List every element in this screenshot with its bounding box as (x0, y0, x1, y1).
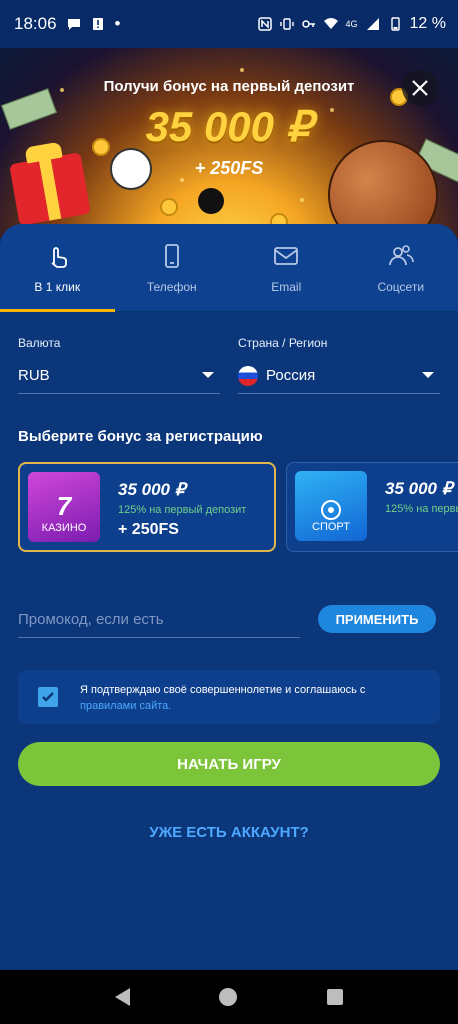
consent-statement: Я подтверждаю своё совершеннолетие и сог… (80, 684, 366, 696)
recent-apps-icon[interactable] (327, 989, 344, 1005)
banner-title: Получи бонус на первый депозит (103, 78, 355, 95)
vibrate-icon (279, 18, 294, 30)
tab-label: В 1 клик (34, 279, 81, 294)
bonus-description: 125% на первый (385, 503, 458, 515)
home-icon[interactable] (219, 988, 238, 1006)
rules-link[interactable]: правилами сайта. (80, 700, 171, 712)
navigation-bar (0, 970, 458, 1024)
sport-tile: СПОРТ (295, 471, 367, 541)
people-icon (388, 244, 414, 265)
bonus-section-title: Выберите бонус за регистрацию (18, 428, 263, 445)
status-time: 18:06 (14, 14, 57, 33)
battery-icon (390, 17, 400, 31)
promo-banner: Получи бонус на первый депозит 35 000 ₽ … (0, 48, 458, 238)
signal-icon (366, 18, 379, 30)
tab-label: Email (271, 279, 302, 294)
check-icon (42, 692, 54, 702)
sport-tile-label: СПОРТ (312, 521, 350, 533)
sparkle (240, 68, 244, 72)
network-type: 4G (345, 19, 358, 29)
chat-icon (67, 19, 80, 30)
bonus-amount: 35 000 ₽ (118, 480, 186, 499)
tab-label: Соцсети (377, 279, 425, 294)
billiard-ball-image (198, 188, 224, 214)
apply-promo-button[interactable]: ПРИМЕНИТЬ (318, 605, 436, 633)
bonus-free-spins: + 250FS (118, 521, 179, 538)
bonus-card-sport[interactable]: СПОРТ 35 000 ₽ 125% на первый (286, 462, 458, 552)
currency-label: Валюта (18, 336, 61, 350)
consent-box: Я подтверждаю своё совершеннолетие и сог… (18, 670, 440, 724)
close-button[interactable] (402, 70, 438, 106)
start-game-button[interactable]: НАЧАТЬ ИГРУ (18, 742, 440, 786)
battery-percent: 12 % (409, 15, 446, 32)
chevron-down-icon (202, 372, 214, 378)
currency-value: RUB (18, 367, 50, 384)
tab-phone[interactable]: Телефон (115, 224, 230, 311)
currency-select[interactable]: RUB (18, 358, 220, 394)
registration-tabs: В 1 клик Телефон Email Соцсети (0, 224, 458, 312)
tab-label: Телефон (146, 279, 197, 294)
banner-amount: 35 000 ₽ (145, 103, 313, 150)
status-dot: • (114, 14, 121, 33)
wifi-icon (323, 18, 338, 29)
country-label: Страна / Регион (238, 336, 328, 350)
tab-social[interactable]: Соцсети (344, 224, 458, 311)
nfc-icon (257, 17, 272, 31)
country-value: Россия (266, 367, 316, 384)
consent-text: Я подтверждаю своё совершеннолетие и сог… (80, 682, 420, 714)
sparkle (300, 198, 304, 202)
casino-tile: 7 КАЗИНО (28, 472, 100, 542)
alert-icon (92, 18, 103, 30)
status-bar: 18:06 • 4G 12 % (0, 0, 458, 48)
close-icon (412, 80, 428, 96)
chevron-down-icon (422, 372, 434, 378)
registration-sheet: В 1 клик Телефон Email Соцсети Валюта RU… (0, 224, 458, 970)
tab-one-click[interactable]: В 1 клик (0, 224, 115, 312)
tab-email[interactable]: Email (229, 224, 344, 311)
russia-flag-icon (238, 365, 258, 386)
mail-icon (274, 246, 299, 265)
banner-free-spins: + 250FS (194, 158, 264, 178)
bonus-card-casino[interactable]: 7 КАЗИНО 35 000 ₽ 125% на первый депозит… (18, 462, 276, 552)
back-icon[interactable] (114, 988, 130, 1006)
key-icon (301, 20, 315, 28)
consent-checkbox[interactable] (38, 687, 58, 707)
country-select[interactable]: Россия (238, 358, 440, 394)
soccer-ball-icon (321, 500, 341, 520)
promo-code-input[interactable]: Промокод, если есть (18, 602, 300, 638)
bonus-description: 125% на первый депозит (118, 504, 247, 516)
tap-icon (51, 246, 68, 268)
have-account-link[interactable]: УЖЕ ЕСТЬ АККАУНТ? (0, 824, 458, 841)
coin-image (160, 198, 178, 216)
phone-icon (164, 243, 179, 268)
casino-tile-label: КАЗИНО (41, 522, 87, 534)
seven-icon: 7 (56, 491, 72, 521)
bonus-amount: 35 000 ₽ (385, 479, 453, 498)
